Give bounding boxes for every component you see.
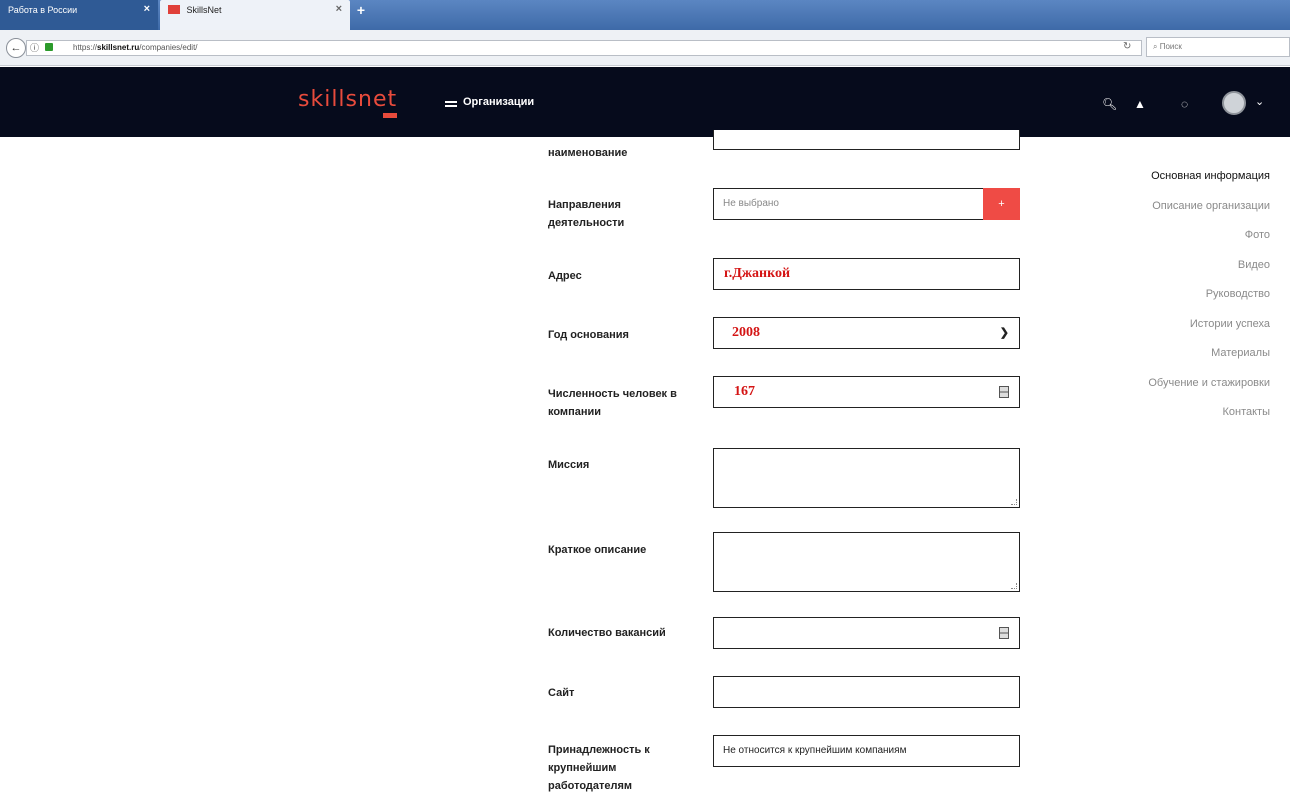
side-nav-item-main-info[interactable]: Основная информация [1070,170,1270,200]
section-side-nav: Основная информация Описание организации… [1070,170,1270,436]
side-nav-item-contacts[interactable]: Контакты [1070,406,1270,436]
chat-bubble-icon[interactable]: ◌ [1181,97,1188,111]
address-input[interactable]: г.Джанкой [713,258,1020,290]
affiliation-select[interactable]: Не относится к крупнейшим компаниям [713,735,1020,767]
browser-search-input[interactable]: ⌕ Поиск [1146,37,1290,57]
section-menu-label[interactable]: Организации [463,96,534,108]
side-nav-item-materials[interactable]: Материалы [1070,347,1270,377]
close-icon[interactable]: × [336,3,342,15]
skillsnet-favicon-icon [168,5,180,14]
address-label: Адрес [548,270,582,282]
close-icon[interactable]: × [144,3,150,15]
side-nav-item-video[interactable]: Видео [1070,259,1270,289]
mission-label: Миссия [548,459,590,471]
side-nav-item-training[interactable]: Обучение и стажировки [1070,377,1270,407]
side-nav-item-leadership[interactable]: Руководство [1070,288,1270,318]
new-tab-plus-icon[interactable]: + [354,3,368,17]
founded-label: Год основания [548,329,629,341]
side-nav-item-photo[interactable]: Фото [1070,229,1270,259]
mission-textarea[interactable] [713,448,1020,508]
resize-handle-icon[interactable] [1011,499,1017,505]
url-prefix: https:// [73,43,98,52]
site-input[interactable] [713,676,1020,708]
browser-nav-bar: ← https://skillsnet.ru/companies/edit/ ⓘ… [0,30,1290,66]
reload-icon[interactable]: ↻ [1123,41,1131,52]
vacancies-label: Количество вакансий [548,627,666,639]
spinner-icon[interactable] [999,386,1009,398]
logo-text: skillsnet [298,87,398,112]
search-icon: ⌕ [1153,42,1160,51]
name-input[interactable] [713,130,1020,150]
founded-select[interactable]: 2008 ❯ [713,317,1020,349]
user-avatar[interactable] [1222,91,1246,115]
bell-icon[interactable]: ▲ [1134,97,1146,111]
tab-label: Работа в России [8,5,78,15]
spinner-icon[interactable] [999,627,1009,639]
affiliation-value: Не относится к крупнейшим компаниям [723,745,907,756]
add-direction-button[interactable]: + [983,188,1020,220]
back-arrow-icon[interactable]: ← [6,38,26,58]
address-value: г.Джанкой [724,266,791,281]
url-host: skillsnet.ru [97,43,140,52]
browser-tab-bar: Работа в России × SkillsNet × + [0,0,1290,30]
affiliation-label: Принадлежность к крупнейшим работодателя… [548,744,650,792]
side-nav-item-success-stories[interactable]: Истории успеха [1070,318,1270,348]
browser-window: Работа в России × SkillsNet × + ← https:… [0,0,1290,798]
beta-badge [383,113,398,118]
lock-icon [45,43,53,51]
search-icon[interactable]: 🔍︎ [1102,97,1117,111]
chevron-down-icon[interactable]: ⌄ [1255,95,1264,108]
tab-label: SkillsNet [186,5,222,15]
info-icon[interactable]: ⓘ [30,41,39,54]
search-placeholder: Поиск [1159,42,1182,51]
directions-select[interactable]: Не выбрано + [713,188,1020,220]
hamburger-menu-icon[interactable] [445,101,457,107]
summary-label: Краткое описание [548,544,647,556]
name-label: наименование [548,147,628,159]
address-bar[interactable]: https://skillsnet.ru/companies/edit/ [26,40,1142,56]
employees-input[interactable]: 167 [713,376,1020,408]
chevron-down-icon: ❯ [999,327,1009,339]
directions-placeholder: Не выбрано [723,198,779,209]
employees-label: Численность человек в компании [548,388,677,418]
summary-textarea[interactable] [713,532,1020,592]
side-nav-item-description[interactable]: Описание организации [1070,200,1270,230]
site-label: Сайт [548,687,575,699]
directions-label: Направления деятельности [548,199,625,229]
vacancies-input[interactable] [713,617,1020,649]
url-path: /companies/edit/ [139,43,198,52]
browser-tab-active[interactable]: SkillsNet × [160,0,350,30]
browser-tab[interactable]: Работа в России × [0,0,158,30]
employees-value: 167 [734,384,755,399]
site-logo[interactable]: skillsnet [298,87,398,118]
resize-handle-icon[interactable] [1011,583,1017,589]
site-header: skillsnet Организации 🔍︎ ▲ ◌ ⌄ [0,67,1290,137]
founded-value: 2008 [732,325,760,340]
